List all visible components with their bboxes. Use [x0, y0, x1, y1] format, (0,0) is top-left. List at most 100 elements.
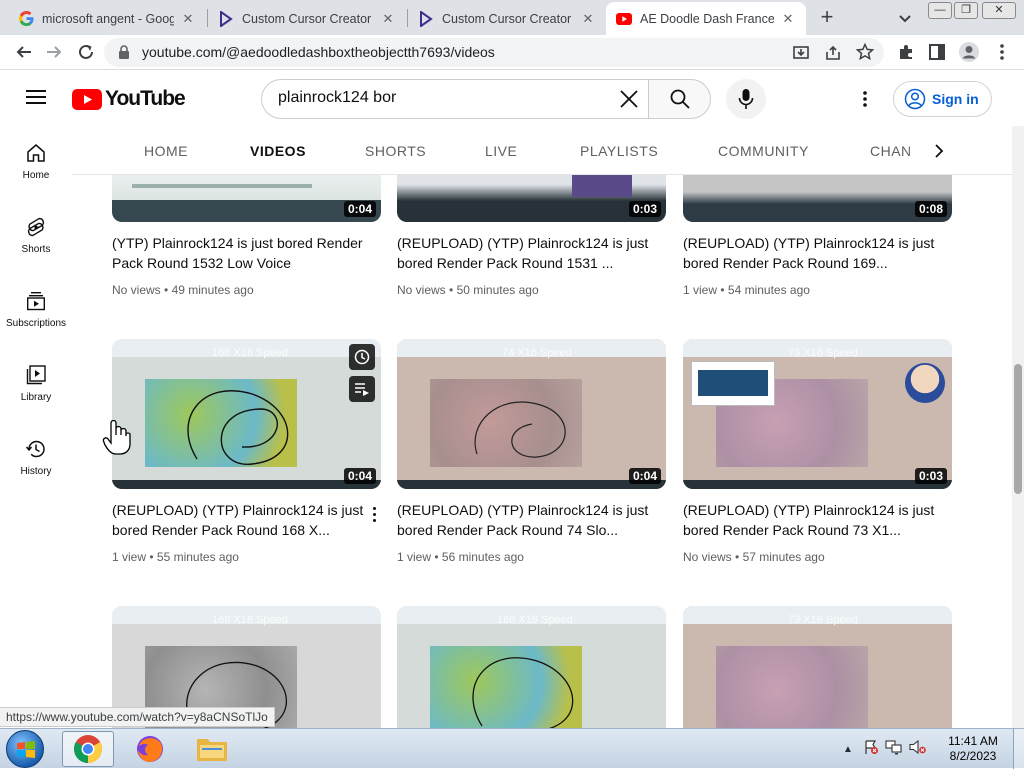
- video-thumbnail[interactable]: 0:08: [683, 175, 952, 222]
- page-scrollbar[interactable]: [1012, 126, 1024, 728]
- volume-muted-icon[interactable]: [909, 739, 927, 760]
- video-title[interactable]: (REUPLOAD) (YTP) Plainrock124 is just bo…: [397, 500, 652, 540]
- taskbar-app-explorer[interactable]: [186, 731, 238, 767]
- add-to-queue-button[interactable]: [349, 376, 375, 402]
- youtube-icon: [616, 11, 632, 27]
- thumb-overlay-text: 168 X16 Speed: [212, 614, 288, 626]
- profile-avatar-icon[interactable]: [957, 40, 981, 64]
- taskbar-app-chrome[interactable]: [62, 731, 114, 767]
- tabs-next-chevron-icon[interactable]: [930, 142, 948, 160]
- search-button[interactable]: [648, 79, 711, 119]
- video-duration: 0:08: [914, 201, 947, 217]
- thumb-overlay-text: 74 X16 Speed: [502, 347, 572, 359]
- back-icon[interactable]: [12, 40, 36, 64]
- thumb-overlay-text: 73 X16 Speed: [788, 614, 858, 626]
- tab-community[interactable]: COMMUNITY: [718, 143, 809, 159]
- clock-date: 8/2/2023: [949, 749, 997, 763]
- video-thumbnail[interactable]: 73 X16 Speed 0:03: [683, 339, 952, 489]
- tab-close-icon[interactable]: ✕: [380, 11, 396, 27]
- tab-close-icon[interactable]: ✕: [180, 11, 196, 27]
- guide-item-home[interactable]: Home: [0, 126, 72, 200]
- clock-icon: [354, 349, 370, 365]
- video-thumbnail[interactable]: 74 X16 Speed 0:04: [397, 339, 666, 489]
- guide-item-library[interactable]: Library: [0, 348, 72, 422]
- restore-button[interactable]: ❐: [954, 2, 978, 19]
- view-count: No views: [397, 283, 446, 297]
- minimize-button[interactable]: —: [928, 2, 952, 19]
- forward-icon[interactable]: [42, 40, 66, 64]
- browser-tab-google[interactable]: microsoft angent - Goog ✕: [8, 2, 206, 35]
- video-meta: 1 view • 55 minutes ago: [112, 550, 239, 564]
- video-thumbnail[interactable]: 168 X16 Speed: [397, 606, 666, 728]
- guide-item-history[interactable]: History: [0, 422, 72, 496]
- video-actions-kebab-icon[interactable]: [366, 504, 382, 524]
- settings-kebab-icon[interactable]: [862, 90, 868, 113]
- tab-playlists[interactable]: PLAYLISTS: [580, 143, 658, 159]
- close-window-button[interactable]: ✕: [982, 2, 1016, 19]
- video-thumbnail[interactable]: 0:04: [112, 175, 381, 222]
- reload-icon[interactable]: [74, 40, 98, 64]
- thumb-detail: [572, 175, 632, 197]
- tab-videos[interactable]: VIDEOS: [250, 143, 306, 159]
- chrome-menu-icon[interactable]: [990, 40, 1014, 64]
- address-bar[interactable]: youtube.com/@aedoodledashboxtheobjectth7…: [104, 38, 884, 67]
- tab-search-icon[interactable]: [893, 6, 917, 30]
- system-tray: ▲: [843, 729, 927, 769]
- show-hidden-icons-chevron-icon[interactable]: ▲: [843, 744, 853, 755]
- browser-tab-cursor-2[interactable]: Custom Cursor Creator - ✕: [408, 2, 606, 35]
- tab-shorts[interactable]: SHORTS: [365, 143, 426, 159]
- video-thumbnail[interactable]: 73 X16 Speed: [683, 606, 952, 728]
- guide-item-label: Shorts: [21, 244, 51, 255]
- bookmark-star-icon[interactable]: [855, 42, 875, 66]
- video-title[interactable]: (REUPLOAD) (YTP) Plainrock124 is just bo…: [683, 500, 938, 540]
- video-thumbnail[interactable]: 168 X16 Speed 0:04: [112, 339, 381, 489]
- guide-menu-icon[interactable]: [26, 89, 46, 110]
- start-button[interactable]: [6, 730, 44, 768]
- video-meta: 1 view • 56 minutes ago: [397, 550, 524, 564]
- search-input[interactable]: [278, 89, 598, 107]
- system-clock[interactable]: 11:41 AM 8/2/2023: [938, 734, 1008, 764]
- guide-item-label: History: [20, 466, 52, 477]
- new-tab-button[interactable]: +: [813, 4, 841, 32]
- install-app-icon[interactable]: [792, 44, 810, 67]
- custom-cursor-icon: [418, 10, 434, 27]
- browser-tab-youtube[interactable]: AE Doodle Dash France T ✕: [606, 2, 806, 35]
- upload-age: 49 minutes ago: [171, 283, 254, 297]
- guide-item-shorts[interactable]: Shorts: [0, 200, 72, 274]
- tab-live[interactable]: LIVE: [485, 143, 517, 159]
- video-title[interactable]: (YTP) Plainrock124 is just bored Render …: [112, 233, 367, 273]
- extensions-icon[interactable]: [894, 40, 918, 64]
- scrollbar-thumb[interactable]: [1014, 364, 1022, 494]
- action-center-flag-icon[interactable]: [863, 739, 879, 760]
- clear-search-icon[interactable]: [619, 89, 639, 114]
- tab-home[interactable]: HOME: [144, 143, 188, 159]
- windows-taskbar: ▲ 11:41 AM 8/2/2023: [0, 728, 1024, 769]
- search-box[interactable]: [261, 79, 649, 119]
- show-desktop-button[interactable]: [1013, 729, 1024, 769]
- video-thumbnail[interactable]: 0:03: [397, 175, 666, 222]
- watch-later-button[interactable]: [349, 344, 375, 370]
- video-title[interactable]: (REUPLOAD) (YTP) Plainrock124 is just bo…: [397, 233, 652, 273]
- view-count: No views: [683, 550, 732, 564]
- tab-close-icon[interactable]: ✕: [580, 11, 596, 27]
- thumb-scribble: [187, 390, 289, 465]
- sign-in-button[interactable]: Sign in: [893, 81, 992, 117]
- url-text: youtube.com/@aedoodledashboxtheobjectth7…: [142, 44, 495, 60]
- lock-icon[interactable]: [118, 45, 130, 64]
- youtube-logo[interactable]: YouTube: [72, 87, 186, 111]
- guide-item-subscriptions[interactable]: Subscriptions: [0, 274, 72, 348]
- thumb-taskbar: [112, 480, 381, 489]
- browser-tab-cursor-1[interactable]: Custom Cursor Creator - ✕: [208, 2, 406, 35]
- search-icon: [670, 89, 690, 109]
- taskbar-app-firefox[interactable]: [124, 731, 176, 767]
- network-icon[interactable]: [885, 739, 903, 760]
- voice-search-button[interactable]: [726, 79, 766, 119]
- thumb-overlay-text: 73 X16 Speed: [788, 347, 858, 359]
- thumb-taskbar: [683, 480, 952, 489]
- tab-close-icon[interactable]: ✕: [780, 11, 796, 27]
- video-title[interactable]: (REUPLOAD) (YTP) Plainrock124 is just bo…: [683, 233, 938, 273]
- video-title[interactable]: (REUPLOAD) (YTP) Plainrock124 is just bo…: [112, 500, 367, 540]
- side-panel-icon[interactable]: [925, 40, 949, 64]
- share-icon[interactable]: [824, 44, 842, 67]
- custom-cursor-icon: [218, 10, 234, 27]
